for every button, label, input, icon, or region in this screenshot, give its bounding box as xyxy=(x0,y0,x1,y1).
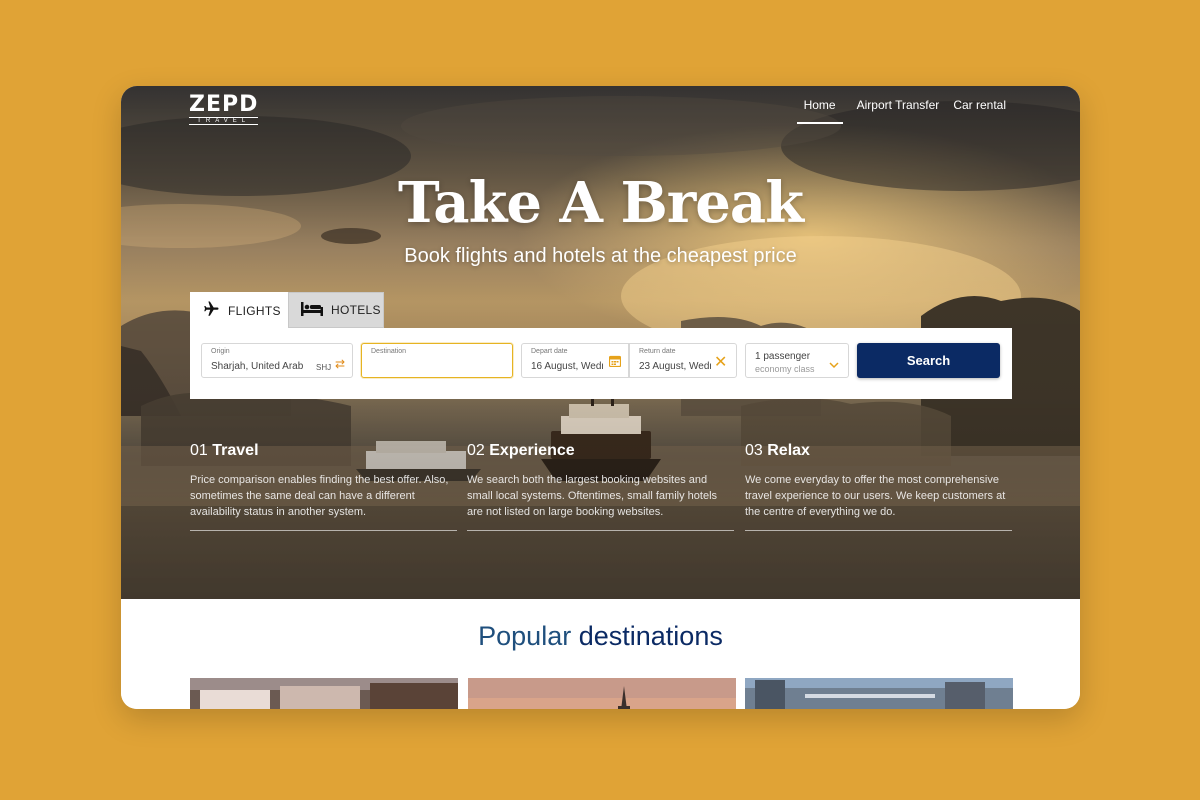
feature-experience: 02 Experience We search both the largest… xyxy=(467,442,734,531)
passenger-count: 1 passenger xyxy=(755,351,811,362)
brand-name: ZEPD xyxy=(189,92,259,117)
destination-image xyxy=(190,678,458,709)
flight-search-panel: Origin Sharjah, United Arab Emirates SHJ… xyxy=(190,328,1012,399)
clear-return-icon[interactable]: ✕ xyxy=(714,352,727,372)
bed-icon xyxy=(301,301,323,320)
swap-icon[interactable]: ⇄ xyxy=(335,357,345,371)
calendar-icon[interactable] xyxy=(608,354,622,372)
feature-travel: 01 Travel Price comparison enables findi… xyxy=(190,442,457,531)
popular-destinations-section: Popular destinations xyxy=(121,599,1080,709)
nav-item-airport-transfer[interactable]: Airport Transfer xyxy=(857,98,940,124)
destination-field[interactable]: Destination xyxy=(361,343,513,378)
divider xyxy=(190,530,457,531)
feature-text: We come everyday to offer the most compr… xyxy=(745,474,1006,518)
cabin-class: economy class xyxy=(755,364,815,374)
chevron-down-icon xyxy=(829,356,839,374)
return-date-value: 23 August, Wednesday xyxy=(639,361,711,372)
depart-date-value: 16 August, Wednesday xyxy=(531,361,603,372)
origin-value: Sharjah, United Arab Emirates xyxy=(211,361,306,372)
brand-logo[interactable]: ZEPD TRAVEL xyxy=(189,92,259,125)
destination-card[interactable] xyxy=(745,678,1013,709)
main-nav: Home Airport Transfer Car rental xyxy=(796,98,1006,124)
feature-text: Price comparison enables finding the bes… xyxy=(190,474,449,518)
tab-flights-label: FLIGHTS xyxy=(228,303,281,318)
tab-hotels[interactable]: HOTELS xyxy=(288,292,384,328)
search-tabs: FLIGHTS HOTELS xyxy=(190,292,384,329)
nav-item-car-rental[interactable]: Car rental xyxy=(953,98,1006,124)
tab-flights[interactable]: FLIGHTS xyxy=(190,292,288,329)
destination-label: Destination xyxy=(371,348,407,355)
airplane-icon xyxy=(202,300,220,321)
tab-hotels-label: HOTELS xyxy=(331,303,381,317)
section-title: Popular destinations xyxy=(478,621,723,651)
return-date-field[interactable]: Return date 23 August, Wednesday ✕ xyxy=(629,343,737,378)
origin-code: SHJ xyxy=(316,363,332,372)
divider xyxy=(467,530,734,531)
feature-text: We search both the largest booking websi… xyxy=(467,474,718,518)
destination-image xyxy=(468,678,736,709)
feature-relax: 03 Relax We come everyday to offer the m… xyxy=(745,442,1012,531)
brand-tagline: TRAVEL xyxy=(189,117,259,125)
divider xyxy=(745,530,1012,531)
depart-date-field[interactable]: Depart date 16 August, Wednesday xyxy=(521,343,629,378)
hero-subtitle: Book flights and hotels at the cheapest … xyxy=(404,245,797,267)
destination-card[interactable] xyxy=(190,678,458,709)
return-date-label: Return date xyxy=(639,348,676,355)
hero-title: Take A Break xyxy=(397,170,804,236)
destination-image xyxy=(745,678,1013,709)
nav-item-home[interactable]: Home xyxy=(796,98,843,124)
destination-card[interactable] xyxy=(468,678,736,709)
origin-label: Origin xyxy=(211,348,230,355)
feature-heading: 03 Relax xyxy=(745,442,810,459)
search-button[interactable]: Search xyxy=(857,343,1000,378)
feature-heading: 01 Travel xyxy=(190,442,259,459)
browser-window: ZEPD TRAVEL Home Airport Transfer Car re… xyxy=(121,86,1080,709)
hero-section: ZEPD TRAVEL Home Airport Transfer Car re… xyxy=(121,86,1080,599)
origin-field[interactable]: Origin Sharjah, United Arab Emirates SHJ… xyxy=(201,343,353,378)
depart-date-label: Depart date xyxy=(531,348,568,355)
feature-heading: 02 Experience xyxy=(467,442,575,459)
passengers-field[interactable]: 1 passenger economy class xyxy=(745,343,849,378)
